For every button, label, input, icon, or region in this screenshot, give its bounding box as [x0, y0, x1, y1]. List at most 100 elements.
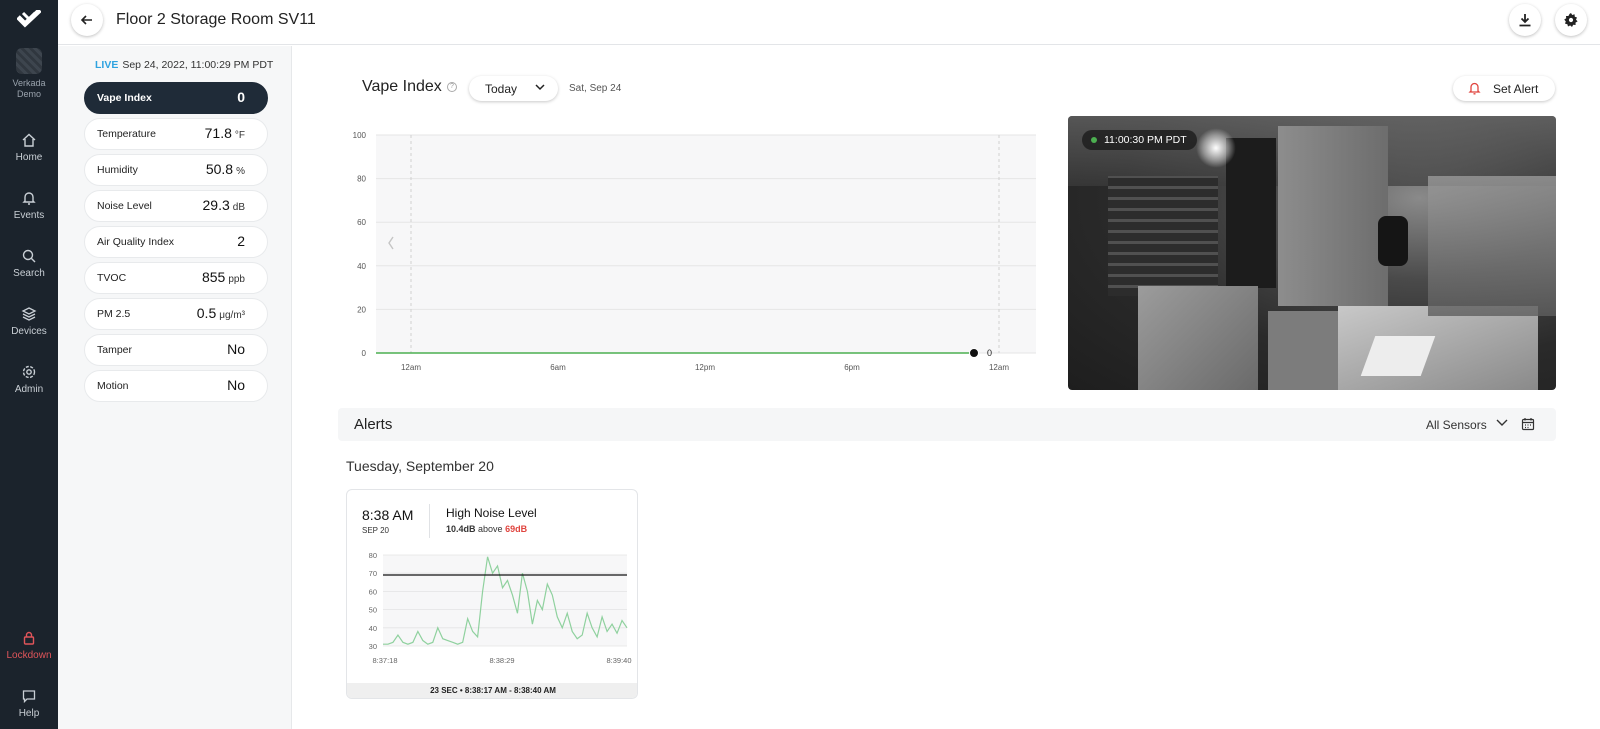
x-tick-label: 8:39:40: [606, 656, 631, 665]
y-tick-label: 60: [357, 218, 366, 227]
calendar-icon[interactable]: [1521, 417, 1535, 431]
metric-row[interactable]: Temperature 71.8 °F: [84, 118, 268, 150]
metric-value: 50.8: [205, 161, 234, 177]
home-icon: [22, 133, 36, 147]
metric-label: Vape Index: [97, 92, 152, 104]
x-tick-label: 12pm: [695, 363, 715, 372]
help-info-icon[interactable]: ?: [447, 82, 457, 92]
alert-amount: 10.4dB: [446, 524, 476, 534]
y-tick-label: 50: [369, 606, 377, 615]
metric-row[interactable]: PM 2.5 0.5 μg/m³: [84, 298, 268, 330]
camera-scene-wall: [1278, 126, 1388, 306]
live-status: LIVE Sep 24, 2022, 11:00:29 PM PDT: [95, 59, 273, 71]
alert-above: above: [478, 524, 503, 534]
metric-label: Tamper: [97, 344, 133, 356]
bell-icon: [1468, 82, 1481, 95]
nav-item-home[interactable]: Home: [0, 132, 58, 163]
metric-label: Temperature: [97, 128, 156, 140]
y-tick-label: 40: [357, 262, 366, 271]
y-tick-label: 0: [362, 349, 367, 358]
org-switcher[interactable]: Verkada Demo: [0, 48, 58, 100]
nav-label-search: Search: [13, 268, 45, 279]
camera-scene-door: [1226, 138, 1276, 288]
x-tick-label: 12am: [989, 363, 1009, 372]
metric-value-group: No: [227, 341, 245, 359]
metric-row[interactable]: Humidity 50.8%: [84, 154, 268, 186]
live-badge: LIVE: [95, 59, 119, 71]
current-value-label: 0: [987, 348, 992, 358]
nav-item-help[interactable]: Help: [0, 688, 58, 719]
live-timestamp: Sep 24, 2022, 11:00:29 PM PDT: [122, 59, 274, 71]
nav-label-devices: Devices: [11, 326, 47, 337]
metric-value: 0.5: [196, 305, 217, 321]
nav-item-admin[interactable]: Admin: [0, 364, 58, 395]
lock-icon: [23, 631, 35, 645]
metric-unit: ppb: [228, 274, 245, 285]
y-tick-label: 100: [353, 131, 367, 140]
org-name-line2: Demo: [16, 89, 41, 99]
download-button[interactable]: [1509, 4, 1541, 36]
metric-row[interactable]: Vape Index 0: [84, 82, 268, 114]
metric-row[interactable]: Noise Level 29.3 dB: [84, 190, 268, 222]
alert-divider: [429, 504, 430, 538]
y-tick-label: 70: [369, 569, 377, 578]
metric-row[interactable]: Motion No: [84, 370, 268, 402]
metric-value-group: 29.3 dB: [203, 197, 245, 215]
search-icon: [22, 249, 36, 263]
camera-scene-shelves: [1108, 176, 1218, 296]
metric-label: Noise Level: [97, 200, 152, 212]
metric-row[interactable]: Tamper No: [84, 334, 268, 366]
nav-item-lockdown[interactable]: Lockdown: [0, 630, 58, 661]
metric-label: PM 2.5: [97, 308, 131, 320]
x-tick-label: 8:37:18: [372, 656, 397, 665]
settings-button[interactable]: [1555, 4, 1587, 36]
nav-item-search[interactable]: Search: [0, 248, 58, 279]
metric-row[interactable]: Air Quality Index 2: [84, 226, 268, 258]
page-title: Floor 2 Storage Room SV11: [116, 11, 316, 28]
page-header: Floor 2 Storage Room SV11: [58, 0, 1600, 45]
alert-threshold: 69dB: [505, 524, 528, 534]
download-icon: [1519, 14, 1531, 27]
metric-label: Motion: [97, 380, 129, 392]
y-tick-label: 60: [369, 587, 377, 596]
app-nav: Verkada Demo Home Events Search Devices …: [0, 0, 58, 729]
chevron-down-icon[interactable]: [1496, 419, 1508, 427]
metric-value-group: 50.8%: [206, 161, 245, 179]
metric-value-group: 855 ppb: [202, 269, 245, 287]
x-tick-label: 12am: [401, 363, 421, 372]
metric-unit: %: [236, 166, 245, 177]
arrow-left-icon: [80, 15, 92, 25]
camera-scene-chair: [1378, 216, 1408, 266]
back-button[interactable]: [71, 4, 103, 36]
camera-scene-box-right: [1338, 306, 1538, 390]
alert-card[interactable]: 8:38 AM SEP 20 High Noise Level 10.4dB a…: [346, 489, 638, 699]
camera-live-feed[interactable]: 11:00:30 PM PDT: [1068, 116, 1556, 390]
alert-event-name: High Noise Level: [446, 506, 537, 520]
metric-unit: °F: [234, 130, 245, 141]
time-range-dropdown[interactable]: Today: [469, 76, 558, 101]
plot-area: [376, 135, 1036, 353]
metric-row[interactable]: TVOC 855 ppb: [84, 262, 268, 294]
org-avatar: [16, 48, 42, 74]
y-tick-label: 30: [369, 642, 377, 651]
devices-icon: [21, 307, 37, 321]
camera-timestamp: 11:00:30 PM PDT: [1082, 130, 1197, 150]
nav-label-help: Help: [18, 708, 40, 719]
verkada-logo-icon[interactable]: [17, 10, 41, 30]
nav-item-devices[interactable]: Devices: [0, 306, 58, 337]
metric-value-group: No: [227, 377, 245, 395]
plot-area: [383, 555, 627, 646]
sensor-filter-dropdown[interactable]: All Sensors: [1426, 418, 1487, 432]
chat-help-icon: [22, 690, 36, 704]
alert-date: SEP 20: [362, 526, 389, 535]
alert-time: 8:38 AM: [362, 507, 414, 523]
time-range-value: Today: [485, 81, 518, 96]
set-alert-button[interactable]: Set Alert: [1453, 76, 1555, 101]
current-point: [969, 348, 979, 358]
camera-scene-box-center: [1268, 311, 1348, 390]
y-tick-label: 40: [369, 624, 377, 633]
gear-icon: [22, 365, 36, 379]
alert-duration-bar: 23 SEC • 8:38:17 AM - 8:38:40 AM: [347, 683, 637, 698]
set-alert-label: Set Alert: [1493, 81, 1539, 96]
nav-item-events[interactable]: Events: [0, 190, 58, 221]
